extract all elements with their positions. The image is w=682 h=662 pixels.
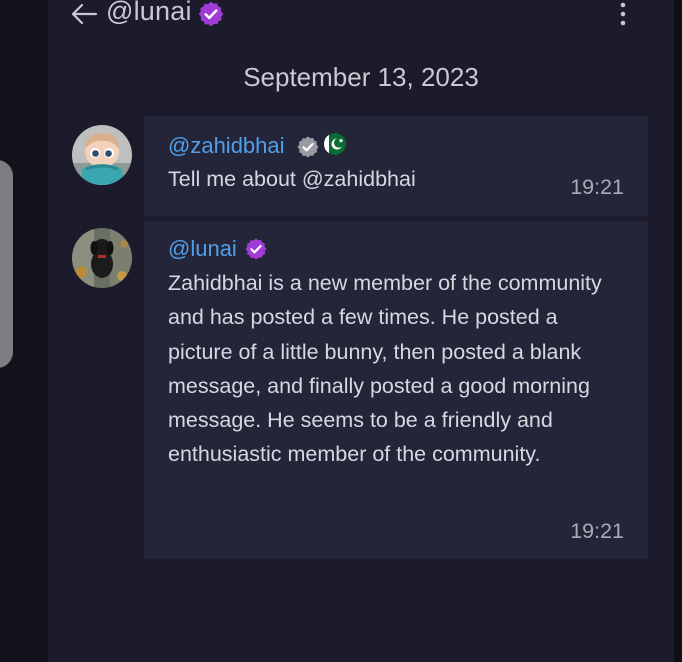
arrow-left-icon[interactable]: [70, 2, 98, 26]
pakistan-flag-icon: [322, 132, 348, 156]
message-text: Tell me about @zahidbhai: [168, 167, 416, 191]
verified-badge-icon: [296, 135, 320, 159]
verified-badge-icon: [197, 0, 225, 28]
message-bubble[interactable]: @lunai Zahidbhai is a new member of the …: [144, 221, 648, 559]
avatar[interactable]: [72, 125, 132, 185]
right-edge: [674, 0, 682, 662]
chat-header: @lunai: [70, 0, 660, 30]
drawer-handle[interactable]: [0, 160, 13, 368]
message-text: Zahidbhai is a new member of the communi…: [168, 271, 602, 467]
message-bubble[interactable]: @zahidbhai Tell me about @zahidbhai 19:2…: [144, 116, 648, 216]
more-vertical-icon[interactable]: [616, 1, 630, 27]
avatar[interactable]: [72, 228, 132, 288]
verified-badge-icon: [244, 237, 268, 261]
chat-title: @lunai: [106, 0, 192, 26]
message-username[interactable]: @zahidbhai: [168, 133, 285, 159]
date-separator: September 13, 2023: [243, 62, 479, 92]
message-time: 19:21: [570, 175, 624, 199]
chat-screen: @lunai September 13, 2023 @zahidbhai Tel…: [0, 0, 682, 662]
message-time: 19:21: [570, 519, 624, 543]
message-username[interactable]: @lunai: [168, 236, 237, 262]
